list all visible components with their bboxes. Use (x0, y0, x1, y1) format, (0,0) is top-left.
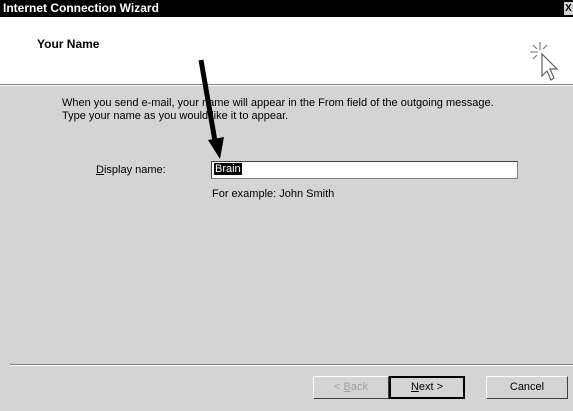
window-title: Internet Connection Wizard (3, 1, 159, 15)
next-button[interactable]: Next > (389, 376, 465, 399)
example-text: For example: John Smith (212, 188, 335, 200)
wizard-window: Internet Connection Wizard X Your Name W… (0, 0, 573, 411)
display-name-label-rest: isplay name: (103, 164, 166, 176)
cancel-button[interactable]: Cancel (486, 376, 568, 399)
back-button[interactable]: < Back (313, 376, 389, 399)
display-name-input[interactable]: Brain (211, 161, 518, 179)
intro-line-2: Type your name as you would like it to a… (62, 110, 289, 122)
intro-text: When you send e-mail, your name will app… (62, 97, 562, 123)
footer-divider-highlight (10, 365, 573, 366)
back-hotkey: B (343, 381, 351, 393)
title-bar[interactable]: Internet Connection Wizard X (0, 0, 573, 17)
wizard-header: Your Name (0, 17, 573, 84)
close-button[interactable]: X (564, 2, 573, 15)
header-divider-highlight (0, 85, 573, 86)
next-hotkey: N (410, 381, 419, 393)
page-title: Your Name (37, 37, 100, 51)
display-name-label: Display name: (96, 164, 166, 176)
next-label-rest: ext > (418, 381, 444, 393)
back-label-rest: ack (350, 381, 368, 393)
display-name-hotkey: D (96, 164, 104, 176)
intro-line-1: When you send e-mail, your name will app… (62, 97, 494, 109)
wizard-pointer-icon (530, 42, 559, 81)
back-arrow: < (334, 381, 344, 393)
display-name-value: Brain (214, 163, 242, 175)
